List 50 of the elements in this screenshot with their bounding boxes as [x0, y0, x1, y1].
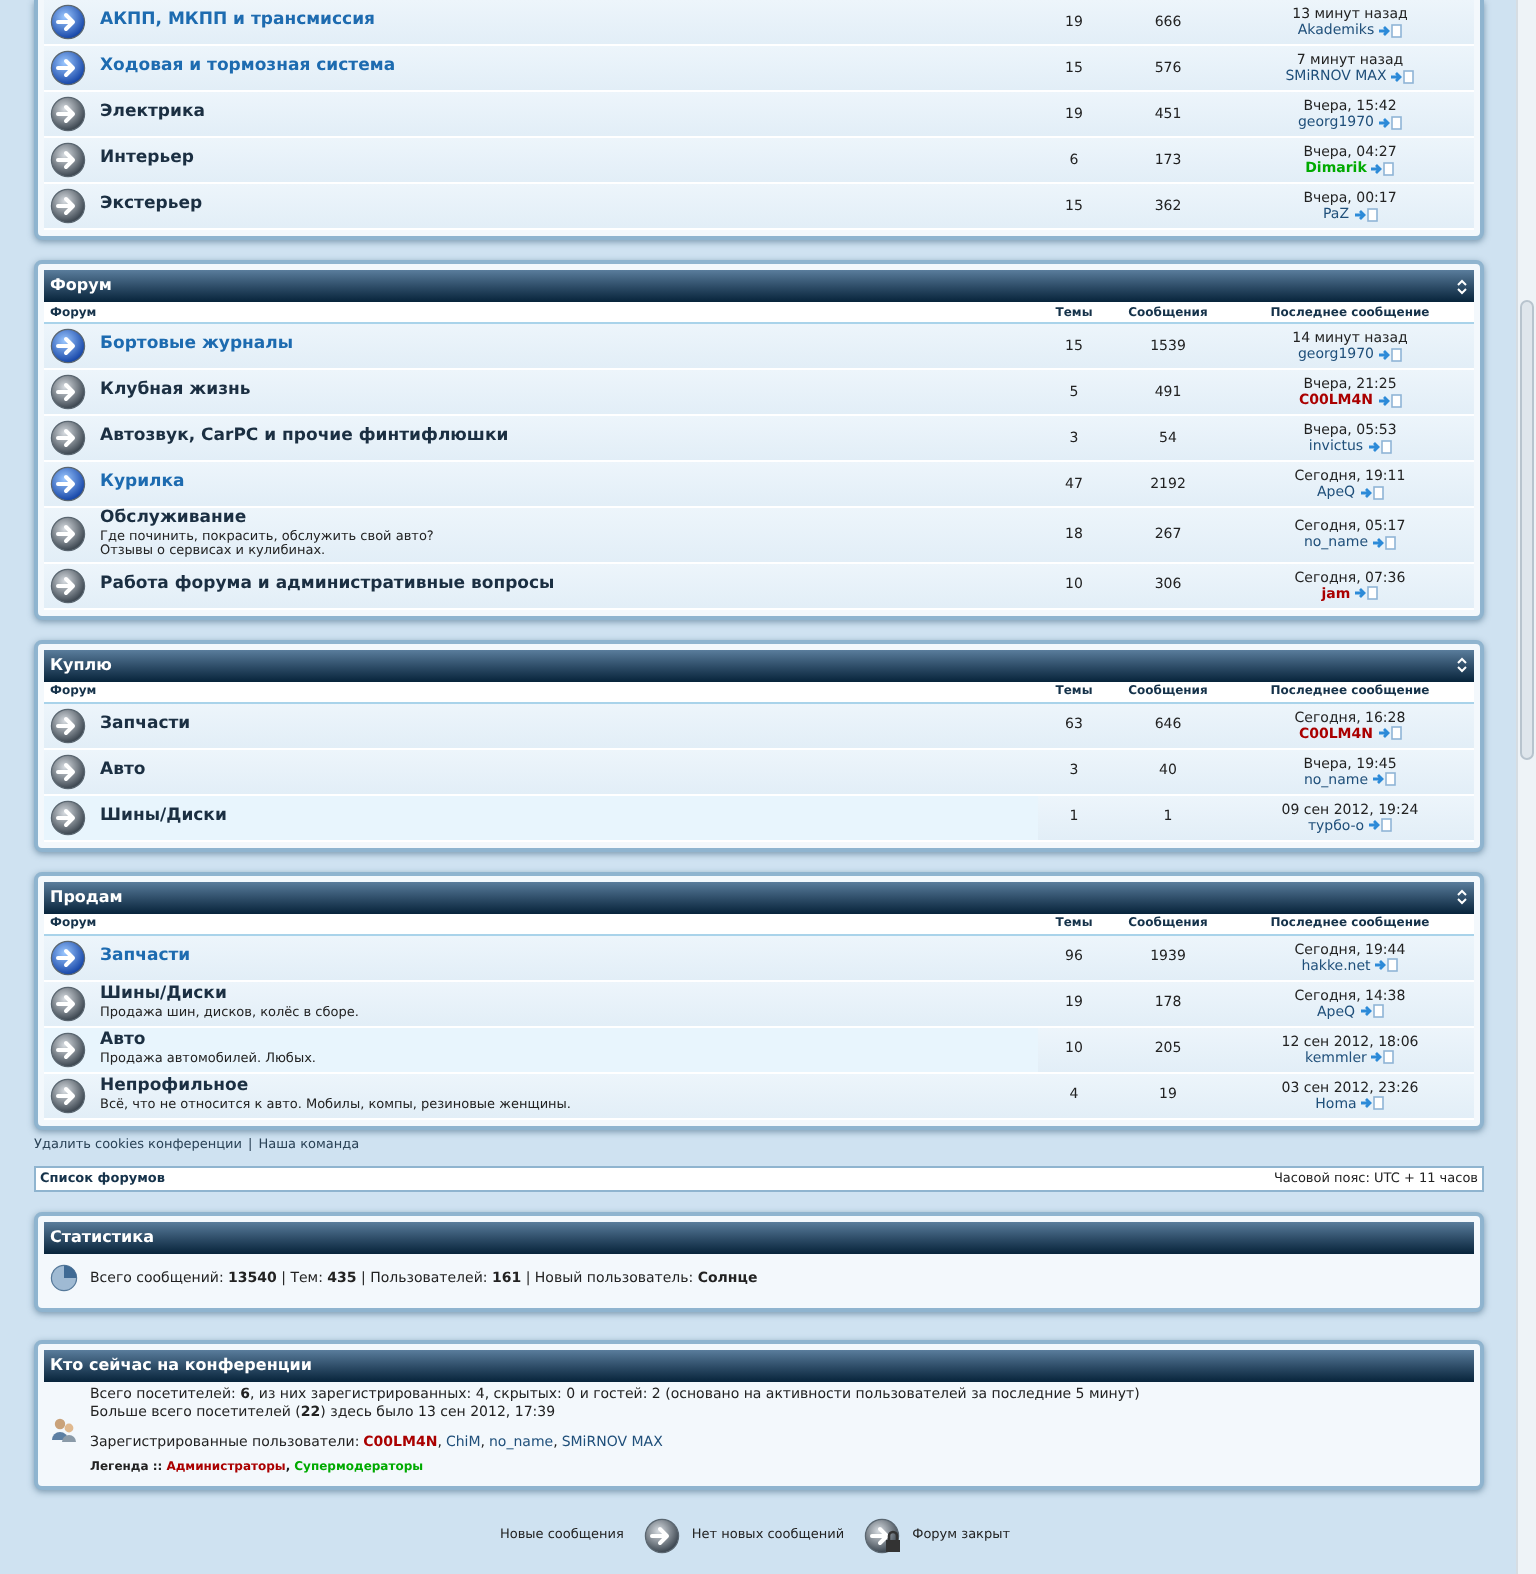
view-post-icon[interactable]	[1378, 115, 1403, 130]
panel-title: Форум	[50, 274, 112, 298]
panel-title: Статистика	[50, 1226, 154, 1251]
forum-link[interactable]: Клубная жизнь	[100, 382, 251, 402]
forum-link[interactable]: Обслуживание	[100, 510, 434, 530]
forum-link[interactable]: АКПП, МКПП и трансмиссия	[100, 12, 376, 32]
view-post-icon[interactable]	[1360, 1096, 1385, 1111]
view-post-icon[interactable]	[1367, 439, 1392, 454]
collapse-icon[interactable]	[1456, 656, 1468, 675]
forum-link[interactable]: Шины/Диски	[100, 986, 359, 1006]
forum-link[interactable]: Авто	[100, 1032, 316, 1052]
forum-link[interactable]: Бортовые журналы	[100, 336, 294, 356]
view-post-icon[interactable]	[1353, 207, 1377, 222]
view-post-icon[interactable]	[1377, 726, 1402, 741]
forum-link[interactable]: Работа форума и административные вопросы	[100, 575, 555, 596]
forum-link[interactable]: Ходовая и тормозная система	[100, 58, 396, 78]
panel-title: Кто сейчас на конференции	[50, 1354, 312, 1379]
view-post-icon[interactable]	[1372, 772, 1397, 787]
view-post-icon[interactable]	[1374, 958, 1399, 973]
view-post-icon[interactable]	[1359, 485, 1384, 500]
view-post-icon[interactable]	[1378, 347, 1403, 362]
view-post-icon[interactable]	[1370, 161, 1395, 176]
forum-link[interactable]: Интерьер	[100, 150, 194, 170]
view-post-icon[interactable]	[1390, 69, 1415, 84]
forum-link[interactable]: Непрофильное	[100, 1078, 571, 1098]
forum-link[interactable]: Шины/Диски	[100, 807, 227, 828]
no-new-posts-icon	[643, 1517, 680, 1554]
users-icon	[50, 1416, 78, 1445]
panel-title: Продам	[50, 885, 123, 910]
forum-link[interactable]: Курилка	[100, 474, 185, 494]
view-post-icon[interactable]	[1359, 1004, 1384, 1019]
locked-forum-icon	[864, 1517, 901, 1554]
collapse-icon[interactable]	[1456, 277, 1468, 295]
view-post-icon[interactable]	[1378, 23, 1403, 38]
scrollbar-thumb[interactable]	[1520, 300, 1534, 760]
view-post-icon[interactable]	[1377, 393, 1402, 408]
view-post-icon[interactable]	[1370, 1050, 1395, 1065]
view-post-icon[interactable]	[1368, 818, 1393, 833]
forum-link[interactable]: Запчасти	[100, 947, 191, 968]
collapse-icon[interactable]	[1456, 888, 1468, 907]
forum-link[interactable]: Электрика	[100, 104, 205, 124]
forum-link[interactable]: Автозвук, CarPC и прочие финтифлюшки	[100, 428, 509, 448]
view-post-icon[interactable]	[1372, 535, 1397, 550]
forum-link[interactable]: Авто	[100, 761, 146, 782]
scrollbar[interactable]	[1516, 0, 1536, 1574]
forum-link[interactable]: Экстерьер	[100, 196, 203, 216]
panel-title: Куплю	[50, 653, 112, 678]
pie-chart-icon	[50, 1264, 78, 1293]
forum-link[interactable]: Запчасти	[100, 715, 191, 736]
view-post-icon[interactable]	[1354, 586, 1379, 601]
